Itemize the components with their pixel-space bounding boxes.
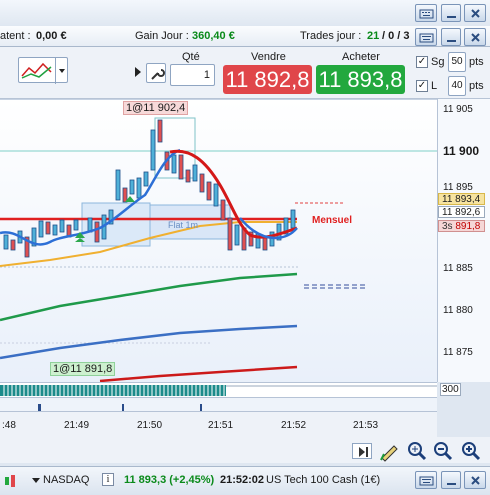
market-selector-chevron-icon[interactable] (32, 476, 40, 484)
sg-checkbox[interactable]: ✓ (416, 56, 428, 68)
volume-scale-label: 300 (440, 383, 461, 396)
gain-label: Gain Jour : (135, 30, 189, 42)
status-bar: NASDAQ i 11 893,3 (+2,45%) 21:52:02 US T… (0, 466, 490, 495)
keyboard-icon[interactable] (415, 471, 437, 489)
volume-subpanel (0, 397, 437, 412)
chart-tools (0, 437, 490, 463)
indicator-chart-icon (21, 58, 65, 84)
order-toolbar: Qté 1 Vendre 11 892,8 Acheter 11 893,8 ✓… (0, 47, 490, 99)
price-chart[interactable]: Flat 1m Mensuel 1@11 902,4 1@11 891,8 (0, 99, 437, 383)
x-tick: :48 (2, 420, 16, 431)
sg-pts-label: pts (469, 56, 484, 68)
window-title-strip (0, 0, 490, 26)
x-tick: 21:53 (353, 420, 379, 431)
indicator-selector[interactable] (18, 57, 68, 84)
trades-count: 21 (367, 30, 380, 42)
pencil-icon (380, 445, 398, 462)
volume-bars (0, 385, 437, 396)
buy-label: Acheter (342, 51, 380, 63)
latent-value: 0,00 € (36, 30, 67, 42)
zoom-out-button[interactable] (432, 440, 454, 462)
qty-label: Qté (182, 51, 200, 63)
trades-rest: / 0 / 3 (382, 30, 410, 42)
countdown-seconds: 3s (442, 221, 453, 232)
y-tick: 11 895 (443, 182, 473, 193)
time-axis: :48 21:49 21:50 21:51 21:52 21:53 (0, 411, 437, 437)
l-points-input[interactable]: 40 (448, 76, 466, 96)
x-tick: 21:49 (64, 420, 90, 431)
keyboard-icon[interactable] (415, 28, 437, 46)
entry-annotation-bottom[interactable]: 1@11 891,8 (50, 362, 116, 376)
status-time: 21:52:02 (220, 474, 265, 486)
volume-ticks (38, 404, 202, 412)
buy-button[interactable]: 11 893,8 (316, 65, 405, 94)
countdown-tag: 3s 891,8 (438, 220, 485, 232)
info-icon[interactable]: i (102, 473, 114, 486)
gain-value: 360,40 € (192, 30, 235, 42)
latent-label: atent : (0, 30, 31, 42)
trades-label: Trades jour : (300, 30, 362, 42)
y-tick: 11 900 (443, 144, 480, 158)
status-price: 11 893,3 (+2,45%) (124, 474, 215, 486)
minimize-icon[interactable] (441, 4, 461, 22)
zoom-fit-icon (408, 442, 427, 461)
play-end-icon (359, 447, 368, 457)
close-icon[interactable] (464, 28, 486, 46)
scroll-to-end-button[interactable] (352, 443, 372, 459)
sell-button[interactable]: 11 892,8 (223, 65, 312, 94)
market-name[interactable]: NASDAQ (43, 474, 89, 486)
qty-input[interactable]: 1 (170, 64, 215, 86)
price-chart-canvas: Flat 1m Mensuel (0, 117, 437, 383)
flat-label: Flat 1m (168, 220, 198, 230)
expand-arrow-icon[interactable] (134, 65, 142, 79)
y-tick: 11 875 (443, 347, 473, 358)
settings-wrench-button[interactable] (146, 63, 166, 83)
price-tag-ask: 11 893,4 (438, 193, 485, 205)
x-tick: 21:50 (137, 420, 163, 431)
zoom-in-icon (462, 442, 481, 461)
l-pts-label: pts (469, 80, 484, 92)
close-icon[interactable] (464, 471, 486, 489)
status-color-icon (3, 473, 19, 489)
close-icon[interactable] (464, 4, 486, 22)
zoom-in-button[interactable] (460, 440, 482, 462)
y-tick: 11 880 (443, 305, 473, 316)
minimize-icon[interactable] (441, 471, 461, 489)
account-summary-bar: atent : 0,00 € Gain Jour : 360,40 € Trad… (0, 26, 490, 47)
zoom-out-icon (434, 442, 453, 461)
x-tick: 21:52 (281, 420, 307, 431)
wrench-icon (151, 69, 165, 80)
l-label: L (431, 80, 438, 92)
y-tick: 11 885 (443, 263, 473, 274)
x-tick: 21:51 (208, 420, 234, 431)
mensuel-label: Mensuel (312, 215, 352, 226)
drawing-tool-button[interactable] (378, 440, 400, 462)
instrument-name: US Tech 100 Cash (1€) (266, 474, 381, 486)
sell-label: Vendre (251, 51, 286, 63)
y-tick: 11 905 (443, 104, 473, 115)
price-tag-last: 11 892,6 (438, 206, 485, 218)
entry-annotation-top[interactable]: 1@11 902,4 (123, 101, 189, 115)
keyboard-icon[interactable] (415, 4, 437, 22)
volume-panel: 300 (0, 382, 461, 397)
countdown-price: 891,8 (455, 221, 481, 232)
sg-points-input[interactable]: 50 (448, 52, 466, 72)
price-axis: 11 905 11 900 11 895 11 885 11 880 11 87… (437, 99, 490, 382)
zoom-auto-button[interactable] (405, 440, 427, 462)
sg-label: Sg (431, 56, 445, 68)
minimize-icon[interactable] (441, 28, 461, 46)
l-checkbox[interactable]: ✓ (416, 80, 428, 92)
